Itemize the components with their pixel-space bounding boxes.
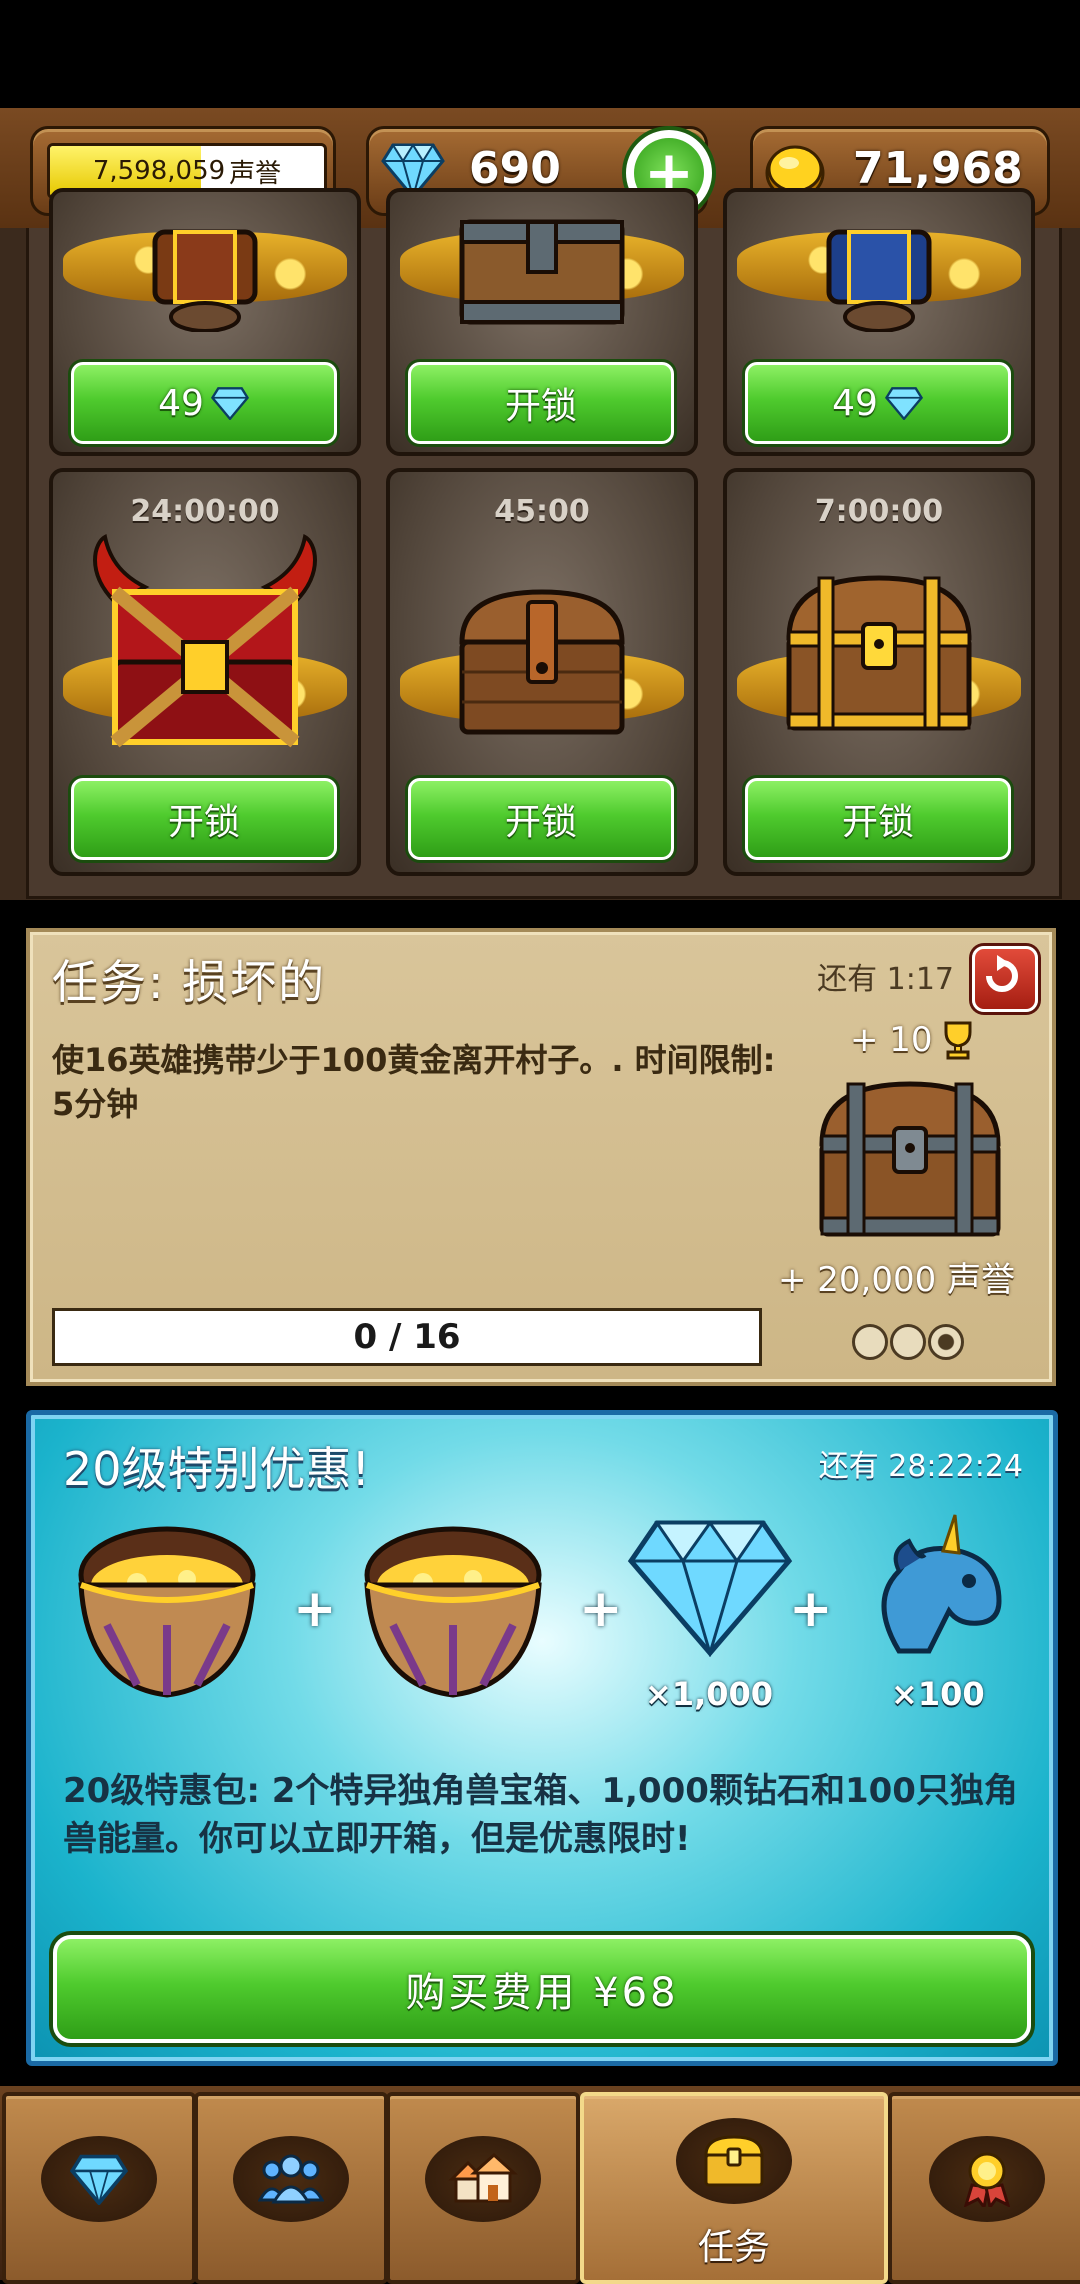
village-icon — [448, 2153, 518, 2203]
buy-label: 购买费用 ¥68 — [405, 1970, 679, 2016]
diamond-icon — [627, 1520, 793, 1657]
wooden-chest-icon — [459, 589, 625, 735]
chest-slot[interactable]: 49 — [49, 188, 361, 456]
nav-icon-bubble — [41, 2136, 157, 2222]
gem-price: 49 — [158, 382, 204, 424]
unlock-label: 开锁 — [504, 802, 577, 843]
nav-icon-bubble — [676, 2118, 792, 2204]
buy-offer-button[interactable]: 购买费用 ¥68 — [53, 1935, 1031, 2043]
plus-sign: + — [579, 1579, 623, 1639]
nav-icon-bubble — [425, 2136, 541, 2222]
fame-reward: + 20,000 声誉 — [778, 1260, 1016, 1300]
offer-title: 20级特别优惠! — [63, 1442, 370, 1496]
diamond-icon — [69, 2154, 129, 2205]
nav-quests[interactable]: 任务 — [580, 2092, 888, 2284]
refresh-quest-button[interactable] — [972, 946, 1038, 1012]
unicorn-chest-icon — [364, 1526, 542, 1698]
heroes-icon — [258, 2154, 324, 2204]
nav-heroes[interactable] — [194, 2092, 388, 2284]
nav-shop[interactable] — [2, 2092, 196, 2284]
bottom-nav: 任务 — [0, 2086, 1080, 2284]
chest-timer: 7:00:00 — [814, 494, 944, 529]
trophy-icon — [944, 1021, 972, 1060]
stage-dot-active — [928, 1324, 964, 1360]
diamond-icon — [210, 387, 249, 420]
gem-count: 690 — [469, 143, 561, 194]
horned-blue-chest-icon — [826, 229, 932, 332]
horned-chest-icon — [152, 229, 258, 332]
chest-slot[interactable]: 24:00:00 开锁 — [49, 468, 361, 876]
unicorn-chest-icon — [78, 1526, 256, 1698]
offer-description: 20级特惠包: 2个特异独角兽宝箱、1,000颗钻石和100只独角兽能量。你可以… — [63, 1771, 1018, 1859]
plus-sign: + — [293, 1579, 337, 1639]
unlock-gems-button[interactable]: 49 — [745, 362, 1011, 444]
plus-sign: + — [789, 1579, 833, 1639]
diamond-icon — [884, 387, 923, 420]
chest-timer: 45:00 — [494, 494, 590, 529]
chest-icon — [704, 2135, 764, 2187]
unlock-label: 开锁 — [841, 802, 914, 843]
horned-red-chest-icon — [93, 534, 317, 748]
golden-chest-icon — [786, 575, 972, 731]
unicorn-icon — [881, 1514, 1002, 1654]
gold-count: 71,968 — [853, 143, 1023, 194]
chest-slot[interactable]: 开锁 — [386, 188, 698, 456]
quest-title: 任务: 损坏的 — [52, 955, 327, 1009]
fame-unit: 声誉 — [229, 158, 282, 189]
unlock-label: 开锁 — [504, 386, 577, 427]
nav-achievements[interactable] — [888, 2092, 1080, 2284]
nav-quests-label: 任务 — [697, 2227, 770, 2268]
refresh-icon — [986, 955, 1018, 992]
iron-chest-icon — [459, 219, 625, 325]
unlock-button[interactable]: 开锁 — [408, 362, 674, 444]
quest-time-left: 还有 1:17 — [817, 962, 954, 997]
quest-description: 使16英雄携带少于100黄金离开村子。. 时间限制: 5分钟 — [52, 1041, 776, 1123]
quest-panel: 任务: 损坏的 还有 1:17 使16英雄携带少于100黄金离开村子。. 时间限… — [26, 928, 1056, 1386]
unlock-button[interactable]: 开锁 — [745, 778, 1011, 860]
medal-icon — [964, 2152, 1010, 2207]
stage-dot — [852, 1324, 888, 1360]
quest-progress-text: 0 / 16 — [353, 1317, 461, 1357]
unlock-gems-button[interactable]: 49 — [71, 362, 337, 444]
special-offer-panel: 20级特别优惠! 还有 28:22:24 + + ×1,000 + ×100 2… — [26, 1410, 1058, 2066]
offer-time-left: 还有 28:22:24 — [818, 1449, 1023, 1484]
chest-grid: 49 开锁 49 24:00:00 开锁 45:00 开锁 7:00:00 开锁 — [26, 188, 1062, 899]
chest-slot[interactable]: 7:00:00 开锁 — [723, 468, 1035, 876]
nav-icon-bubble — [233, 2136, 349, 2222]
nav-village[interactable] — [386, 2092, 580, 2284]
unlock-button[interactable]: 开锁 — [71, 778, 337, 860]
trophy-reward-amount: + 10 — [850, 1020, 933, 1060]
quest-stage-dots — [852, 1324, 964, 1360]
gem-price: 49 — [832, 382, 878, 424]
stage-dot — [890, 1324, 926, 1360]
nav-icon-bubble — [929, 2136, 1045, 2222]
unicorn-energy-multiplier: ×100 — [891, 1675, 985, 1713]
chest-slot[interactable]: 49 — [723, 188, 1035, 456]
quest-progress-bar: 0 / 16 — [52, 1308, 762, 1366]
unlock-label: 开锁 — [167, 802, 240, 843]
reward-chest-icon — [819, 1081, 1001, 1237]
diamond-multiplier: ×1,000 — [645, 1675, 774, 1713]
chest-timer: 24:00:00 — [130, 494, 280, 529]
unlock-button[interactable]: 开锁 — [408, 778, 674, 860]
trophy-reward: + 10 — [850, 1020, 975, 1060]
chest-slot[interactable]: 45:00 开锁 — [386, 468, 698, 876]
fame-value: 7,598,059 — [92, 156, 226, 186]
